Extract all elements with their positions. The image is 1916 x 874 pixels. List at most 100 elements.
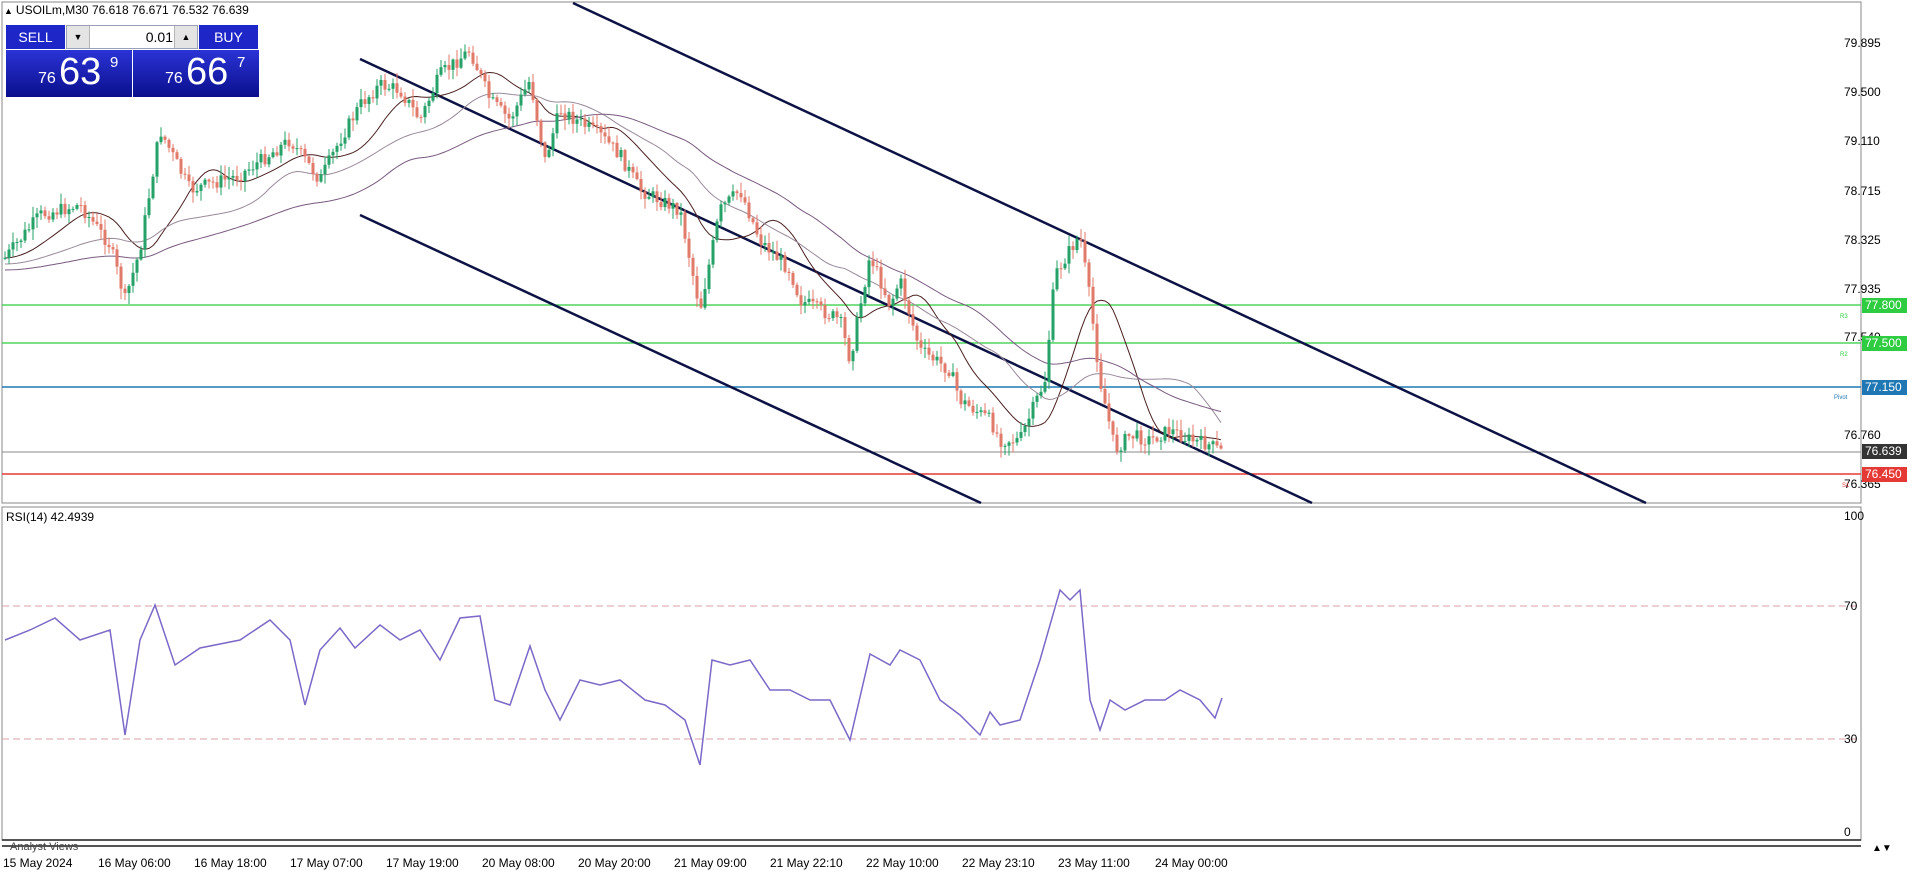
buy-button[interactable]: BUY: [199, 25, 258, 49]
candle-body[interactable]: [43, 210, 47, 217]
candle-body[interactable]: [399, 92, 403, 97]
candle-body[interactable]: [531, 81, 535, 100]
candle-body[interactable]: [911, 314, 915, 326]
candle-body[interactable]: [451, 59, 455, 70]
candle-body[interactable]: [635, 172, 639, 180]
candle-body[interactable]: [1059, 268, 1063, 270]
candle-body[interactable]: [403, 96, 407, 103]
candle-body[interactable]: [747, 202, 751, 219]
candle-body[interactable]: [1027, 418, 1031, 426]
candle-body[interactable]: [875, 266, 879, 268]
candle-body[interactable]: [331, 151, 335, 156]
candle-body[interactable]: [603, 132, 607, 137]
candle-body[interactable]: [655, 191, 659, 203]
candle-body[interactable]: [1219, 445, 1223, 449]
candle-body[interactable]: [743, 197, 747, 203]
candle-body[interactable]: [1071, 246, 1075, 251]
candle-body[interactable]: [255, 162, 259, 170]
candle-body[interactable]: [263, 154, 267, 165]
candle-body[interactable]: [35, 213, 39, 218]
candle-body[interactable]: [463, 51, 467, 59]
candle-body[interactable]: [1183, 440, 1187, 442]
candle-body[interactable]: [871, 260, 875, 267]
candle-body[interactable]: [719, 204, 723, 222]
candle-body[interactable]: [607, 136, 611, 143]
candle-body[interactable]: [227, 177, 231, 180]
candle-body[interactable]: [947, 372, 951, 376]
candle-body[interactable]: [703, 289, 707, 308]
candle-body[interactable]: [207, 179, 211, 182]
candle-body[interactable]: [1091, 286, 1095, 324]
candle-body[interactable]: [867, 260, 871, 288]
candle-body[interactable]: [767, 242, 771, 253]
candle-body[interactable]: [819, 301, 823, 306]
candle-body[interactable]: [643, 191, 647, 199]
candle-body[interactable]: [1067, 246, 1071, 264]
candle-body[interactable]: [575, 119, 579, 124]
candle-body[interactable]: [55, 212, 59, 215]
candle-body[interactable]: [303, 148, 307, 157]
candle-body[interactable]: [823, 305, 827, 319]
candle-body[interactable]: [683, 212, 687, 239]
candle-body[interactable]: [755, 222, 759, 235]
candle-body[interactable]: [315, 174, 319, 182]
candle-body[interactable]: [723, 202, 727, 205]
candle-body[interactable]: [123, 288, 127, 294]
candle-body[interactable]: [479, 70, 483, 74]
candle-body[interactable]: [1159, 440, 1163, 442]
candle-body[interactable]: [163, 136, 167, 140]
candle-body[interactable]: [583, 118, 587, 127]
candle-body[interactable]: [1103, 388, 1107, 404]
candle-body[interactable]: [7, 249, 11, 258]
candle-body[interactable]: [395, 83, 399, 93]
candle-body[interactable]: [707, 264, 711, 290]
candle-body[interactable]: [775, 251, 779, 260]
candle-body[interactable]: [99, 223, 103, 230]
candle-body[interactable]: [499, 102, 503, 106]
candle-body[interactable]: [247, 169, 251, 171]
candle-body[interactable]: [143, 215, 147, 250]
candle-body[interactable]: [1075, 238, 1079, 251]
candle-body[interactable]: [223, 175, 227, 180]
candle-body[interactable]: [19, 240, 23, 243]
candle-body[interactable]: [483, 73, 487, 82]
candle-body[interactable]: [895, 288, 899, 299]
candle-body[interactable]: [319, 174, 323, 182]
candle-body[interactable]: [955, 372, 959, 391]
candle-body[interactable]: [279, 144, 283, 156]
candle-body[interactable]: [935, 356, 939, 361]
candle-body[interactable]: [347, 118, 351, 138]
lot-increase-icon[interactable]: ▲: [174, 26, 197, 48]
candle-body[interactable]: [1035, 395, 1039, 402]
candle-body[interactable]: [259, 154, 263, 163]
candle-body[interactable]: [135, 259, 139, 273]
candle-body[interactable]: [615, 142, 619, 158]
candle-body[interactable]: [335, 145, 339, 152]
chart-canvas[interactable]: [0, 0, 1916, 874]
candle-body[interactable]: [903, 278, 907, 301]
candle-body[interactable]: [639, 179, 643, 192]
candle-body[interactable]: [795, 284, 799, 296]
candle-body[interactable]: [595, 124, 599, 127]
candle-body[interactable]: [1055, 268, 1059, 290]
candle-body[interactable]: [79, 205, 83, 207]
candle-body[interactable]: [179, 158, 183, 174]
candle-body[interactable]: [859, 303, 863, 318]
candle-body[interactable]: [1167, 426, 1171, 435]
candle-body[interactable]: [983, 410, 987, 414]
candle-body[interactable]: [1043, 382, 1047, 392]
candle-body[interactable]: [671, 202, 675, 209]
candle-body[interactable]: [419, 117, 423, 119]
candle-body[interactable]: [343, 137, 347, 144]
candle-body[interactable]: [855, 317, 859, 351]
candle-body[interactable]: [283, 139, 287, 145]
analyst-views-label[interactable]: Analyst Views: [10, 841, 78, 853]
candle-body[interactable]: [235, 175, 239, 180]
candle-body[interactable]: [339, 143, 343, 146]
candle-body[interactable]: [323, 164, 327, 175]
candle-body[interactable]: [923, 347, 927, 349]
candle-body[interactable]: [731, 191, 735, 197]
candle-body[interactable]: [155, 142, 159, 177]
candle-body[interactable]: [75, 205, 79, 209]
candle-body[interactable]: [943, 363, 947, 373]
